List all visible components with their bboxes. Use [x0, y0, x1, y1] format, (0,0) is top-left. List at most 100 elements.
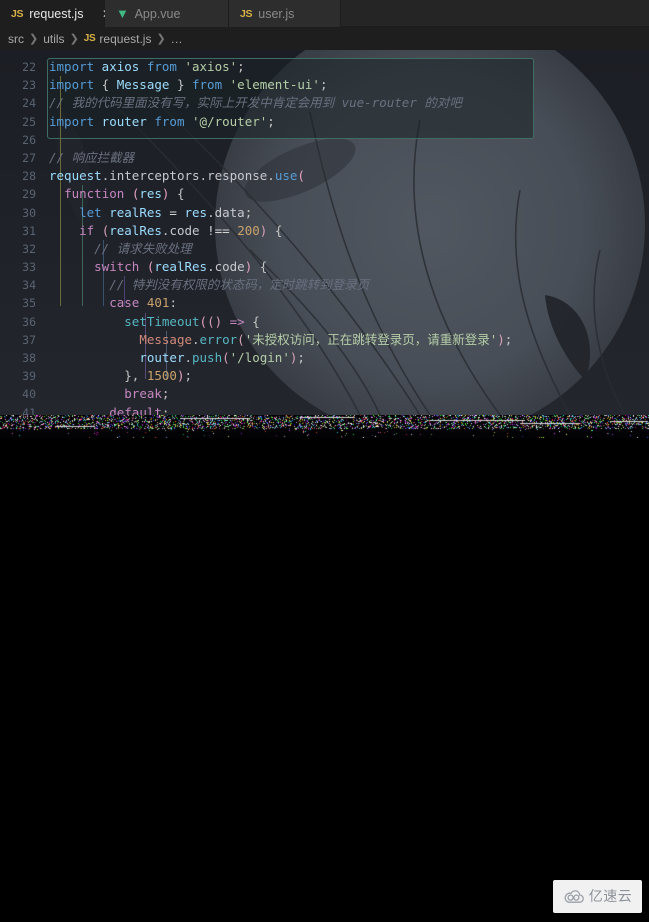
code-line[interactable]: 35 case 401: [0, 294, 649, 312]
code-line[interactable]: 37 Message.error('未授权访问，正在跳转登录页，请重新登录'); [0, 331, 649, 349]
code-line[interactable]: 40 break; [0, 385, 649, 403]
token-paren2: ( [222, 350, 230, 365]
code-text: let realRes = res.data; [49, 204, 252, 222]
token-punc: . [192, 331, 200, 347]
editor-tab-app-vue[interactable]: ▼ App.vue [105, 0, 229, 27]
line-number: 32 [22, 241, 36, 256]
token-punc: { [267, 222, 283, 238]
line-number: 27 [22, 150, 36, 165]
code-lines[interactable]: 22 import axios from 'axios'; 23 import { M… [0, 50, 649, 415]
token-punc: ; [244, 204, 253, 220]
code-text: break; [49, 385, 169, 403]
editor-tab-label: request.js [29, 6, 84, 21]
code-line[interactable]: 33 switch (realRes.code) { [0, 258, 649, 276]
code-editor[interactable]: 22 import axios from 'axios'; 23 import { M… [0, 50, 649, 415]
token-punc: ; [267, 113, 275, 129]
code-line[interactable]: 41 default: [0, 404, 649, 415]
code-text: setTimeout(() => { [49, 313, 260, 331]
token-var: realRes [109, 222, 162, 238]
token-kw2: import [49, 59, 95, 74]
code-line[interactable]: 39 }, 1500); [0, 367, 649, 385]
token-kw2: from [154, 113, 185, 129]
code-line[interactable]: 38 router.push('/login'); [0, 349, 649, 367]
editor-tab-label: user.js [258, 6, 295, 21]
line-number: 23 [22, 78, 36, 93]
token-str: '/login' [229, 350, 290, 365]
code-text: // 我的代码里面没有写，实际上开发中肯定会用到 vue-router 的对吧 [49, 94, 462, 112]
code-line[interactable]: 26 [0, 131, 649, 149]
code-line[interactable]: 34 // 特判没有权限的状态码，定时跳转到登录页 [0, 276, 649, 294]
token-op: !== [199, 222, 238, 238]
token-kw2: let [79, 204, 102, 220]
editor-tab-user-js[interactable]: JS user.js [229, 0, 341, 27]
code-line[interactable]: 27 // 响应拦截器 [0, 149, 649, 167]
code-line[interactable]: 32 // 请求失败处理 [0, 240, 649, 258]
token-punc: ; [297, 350, 305, 365]
code-line[interactable]: 24 // 我的代码里面没有写，实际上开发中肯定会用到 vue-router 的对… [0, 94, 649, 112]
token-var: Message [116, 77, 170, 93]
code-line[interactable]: 22 import axios from 'axios'; [0, 58, 649, 76]
code-text: default: [49, 404, 169, 415]
token-str: 'element-ui' [229, 77, 320, 93]
line-number: 28 [22, 169, 36, 184]
editor-tab-request-js[interactable]: JSrequest.js✕ [0, 0, 112, 27]
code-text: import { Message } from 'element-ui'; [49, 76, 327, 94]
code-text: Message.error('未授权访问，正在跳转登录页，请重新登录'); [49, 331, 512, 349]
token-var: router [94, 113, 155, 129]
code-line[interactable]: 23 import { Message } from 'element-ui'; [0, 76, 649, 94]
token-punc: . [267, 168, 275, 184]
code-line[interactable]: 31 if (realRes.code !== 200) { [0, 222, 649, 240]
token-cls: Message [139, 331, 192, 347]
token-com: // 响应拦截器 [49, 149, 135, 165]
breadcrumb-item-2[interactable]: request.js [99, 32, 151, 46]
code-line[interactable]: 28 request.interceptors.response.use( [0, 167, 649, 185]
breadcrumb: src ❯ utils ❯ JS request.js ❯… [0, 27, 649, 50]
watermark-badge: 亿速云 [553, 880, 642, 913]
token-kw: if [79, 222, 95, 238]
vue-file-icon: ▼ [116, 6, 129, 21]
token-com: // 特判没有权限的状态码，定时跳转到登录页 [49, 277, 370, 293]
token-com: // 我的代码里面没有写，实际上开发中肯定会用到 vue-router 的对吧 [49, 95, 462, 111]
token-prop: code [169, 222, 200, 238]
vscode-window: JSrequest.js✕▼App.vueJSuser.js src❯utils… [0, 0, 649, 922]
token-punc: ; [237, 59, 245, 74]
token-punc: } [49, 368, 132, 384]
token-punc: } [169, 77, 192, 93]
breadcrumb-item-3[interactable]: … [171, 32, 183, 46]
token-num: 1500 [146, 368, 177, 384]
token-var: axios [94, 59, 147, 74]
token-punc: ; [184, 368, 193, 384]
code-line[interactable]: 36 setTimeout(() => { [0, 313, 649, 331]
line-number: 38 [22, 351, 36, 365]
token-op: = [169, 204, 177, 220]
breadcrumb-item-1[interactable]: utils [43, 32, 64, 46]
screenshot-noise-band [0, 415, 649, 438]
js-file-icon: JS [11, 7, 24, 20]
breadcrumb-item-0[interactable]: src [8, 32, 24, 46]
token-punc: : [169, 295, 177, 311]
token-punc: . [207, 204, 215, 220]
token-punc: ; [504, 331, 513, 347]
token-prop: interceptors [109, 168, 200, 184]
token-fn: setTimeout [124, 313, 200, 329]
token-punc: ; [319, 77, 328, 93]
line-number: 22 [22, 60, 36, 74]
code-line[interactable]: 25 import router from '@/router'; [0, 113, 649, 131]
code-line[interactable]: 29 function (res) { [0, 185, 649, 203]
line-number: 25 [22, 114, 36, 129]
token-str: '@/router' [192, 113, 268, 129]
code-line[interactable]: 30 let realRes = res.data; [0, 204, 649, 222]
line-number: 26 [22, 132, 36, 147]
token-fn: error [199, 331, 238, 347]
cloud-icon [564, 890, 584, 903]
tab-bar-empty-area [341, 0, 649, 27]
token-str: '未授权访问，正在跳转登录页，请重新登录' [244, 331, 498, 347]
